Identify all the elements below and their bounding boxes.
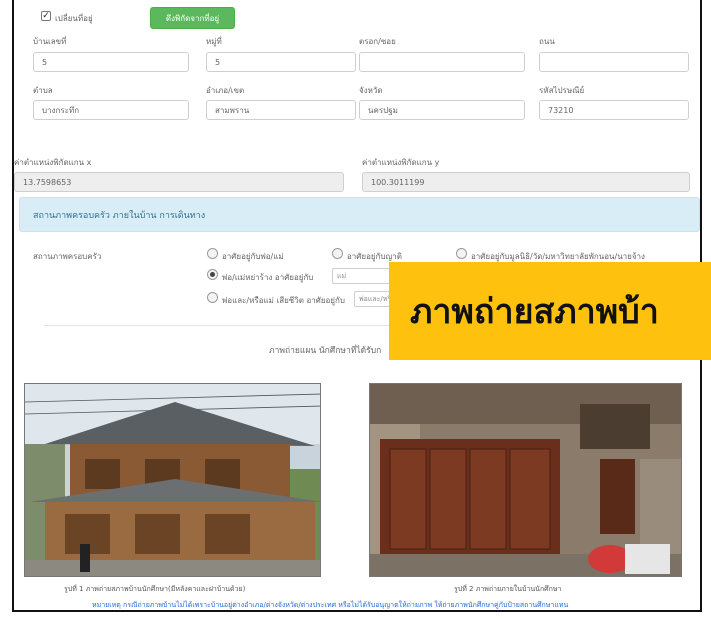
house-interior-image <box>370 384 681 576</box>
house-exterior-photo <box>24 383 321 577</box>
province-input[interactable]: นครปฐม <box>359 100 525 120</box>
coord-x-label: ค่าตำแหน่งพิกัดแกน x <box>14 158 92 167</box>
photo-section-title: ภาพถ่ายแผน นักศึกษาที่ได้รับก <box>269 346 382 356</box>
radio-parent-deceased[interactable] <box>207 292 218 303</box>
amphoe-label: อำเภอ/เขต <box>206 86 245 95</box>
tambon-label: ตำบล <box>33 86 53 95</box>
radio-live-with-parents[interactable] <box>207 248 218 259</box>
postcode-label: รหัสไปรษณีย์ <box>539 86 585 95</box>
tambon-input[interactable]: บางกระทึก <box>33 100 189 120</box>
coord-x-input[interactable]: 13.7598653 <box>14 172 344 192</box>
road-label: ถนน <box>539 37 555 46</box>
radio-parents-divorced[interactable] <box>207 269 218 280</box>
change-address-label: เปลี่ยนที่อยู่ <box>55 14 93 23</box>
photo-banner: ภาพถ่ายสภาพบ้า <box>389 262 711 360</box>
coord-y-label: ค่าตำแหน่งพิกัดแกน y <box>362 158 440 167</box>
soi-label: ตรอก/ซอย <box>359 37 396 46</box>
section-info-bar: สถานภาพครอบครัว ภายในบ้าน การเดินทาง <box>19 197 700 232</box>
moo-label: หมู่ที่ <box>206 37 222 46</box>
note-text: หมายเหตุ กรณีถ่ายภาพบ้านไม่ได้เพราะบ้านอ… <box>92 601 569 609</box>
pull-coordinates-button[interactable]: ดึงพิกัดจากที่อยู่ <box>150 7 235 29</box>
coord-y-input[interactable]: 100.3011199 <box>362 172 690 192</box>
house-exterior-image <box>25 384 320 576</box>
province-label: จังหวัด <box>359 86 383 95</box>
option-parents-divorced: พ่อ/แม่หย่าร้าง อาศัยอยู่กับ <box>222 273 314 282</box>
soi-input[interactable] <box>359 52 525 72</box>
house-interior-photo <box>369 383 682 577</box>
moo-input[interactable]: 5 <box>206 52 356 72</box>
option-parent-deceased: พ่อและ/หรือแม่ เสียชีวิต อาศัยอยู่กับ <box>222 296 345 305</box>
photo2-caption: รูปที่ 2 ภาพถ่ายภายในบ้านนักศึกษา <box>454 585 562 593</box>
house-no-input[interactable]: 5 <box>33 52 189 72</box>
amphoe-input[interactable]: สามพราน <box>206 100 356 120</box>
radio-live-with-relatives[interactable] <box>332 248 343 259</box>
radio-live-with-foundation[interactable] <box>456 248 467 259</box>
family-status-label: สถานภาพครอบครัว <box>33 252 102 261</box>
change-address-checkbox[interactable]: ✓ <box>41 11 51 21</box>
postcode-input[interactable]: 73210 <box>539 100 689 120</box>
option-live-with-parents: อาศัยอยู่กับพ่อ/แม่ <box>222 252 284 261</box>
photo1-caption: รูปที่ 1 ภาพถ่ายสภาพบ้านนักศึกษา(มีหลังค… <box>64 585 246 593</box>
house-no-label: บ้านเลขที่ <box>33 37 67 46</box>
road-input[interactable] <box>539 52 689 72</box>
